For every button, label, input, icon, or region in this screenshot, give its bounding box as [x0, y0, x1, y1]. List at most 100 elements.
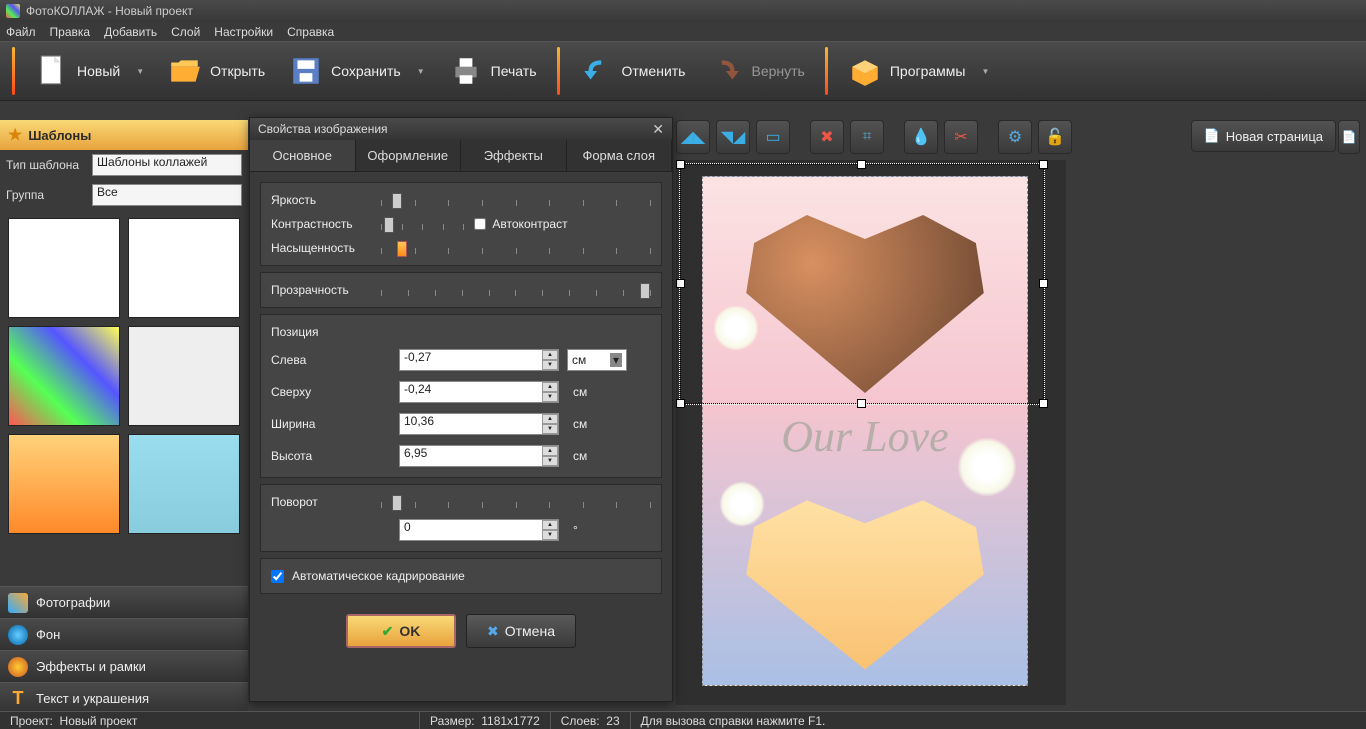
sel-handle[interactable] — [1039, 160, 1048, 169]
globe-icon — [8, 625, 28, 645]
menu-settings[interactable]: Настройки — [214, 25, 273, 39]
image-properties-dialog: Свойства изображения ✕ Основное Оформлен… — [249, 117, 673, 702]
brightness-slider[interactable] — [381, 197, 651, 203]
position-section: Позиция Слева -0,27▲▼ см▾ Сверху -0,24▲▼… — [260, 314, 662, 478]
degree-text: ° — [567, 523, 627, 537]
palette-icon — [8, 657, 28, 677]
print-button[interactable]: Печать — [439, 48, 547, 94]
page-settings-button[interactable]: 📄 — [1338, 120, 1360, 154]
height-label: Высота — [271, 449, 391, 463]
menu-edit[interactable]: Правка — [50, 25, 91, 39]
save-button[interactable]: Сохранить▼ — [279, 48, 435, 94]
tab-background[interactable]: Фон — [0, 618, 248, 650]
autocontrast-checkbox[interactable]: Автоконтраст — [474, 217, 567, 231]
contrast-label: Контрастность — [271, 217, 371, 231]
layer-button[interactable]: ▭ — [756, 120, 790, 154]
opacity-label: Прозрачность — [271, 283, 371, 297]
redo-button[interactable]: Вернуть — [699, 48, 814, 94]
type-select[interactable]: Шаблоны коллажей — [92, 154, 242, 176]
tab-main[interactable]: Основное — [250, 140, 356, 171]
programs-button[interactable]: Программы▼ — [838, 48, 1000, 94]
canvas-area[interactable]: Our Love — [676, 160, 1066, 705]
template-thumb[interactable] — [8, 434, 120, 534]
heart-photo-bottom[interactable] — [733, 489, 997, 679]
tab-design[interactable]: Оформление — [356, 140, 462, 171]
dialog-title-text: Свойства изображения — [258, 122, 388, 136]
saturation-slider[interactable] — [381, 245, 651, 251]
undo-button[interactable]: Отменить — [570, 48, 696, 94]
dialog-body: Яркость Контрастность Автоконтраст Насыщ… — [250, 172, 672, 604]
menu-layer[interactable]: Слой — [171, 25, 200, 39]
sel-handle[interactable] — [1039, 399, 1048, 408]
crop-section: Автоматическое кадрирование — [260, 558, 662, 594]
close-icon[interactable]: ✕ — [652, 121, 664, 138]
tab-shape[interactable]: Форма слоя — [567, 140, 673, 171]
rotation-section: Поворот 0▲▼ ° — [260, 484, 662, 552]
tab-text[interactable]: T Текст и украшения — [0, 682, 248, 714]
app-icon — [6, 4, 20, 18]
group-row: Группа Все — [0, 180, 248, 210]
left-panel: ★ Шаблоны Тип шаблона Шаблоны коллажей Г… — [0, 120, 248, 714]
unit-text: см — [567, 449, 627, 463]
sel-handle[interactable] — [1039, 279, 1048, 288]
new-button[interactable]: Новый▼ — [25, 48, 154, 94]
left-input[interactable]: -0,27▲▼ — [399, 349, 559, 371]
photo-icon — [8, 593, 28, 613]
menu-bar: Файл Правка Добавить Слой Настройки Спра… — [0, 22, 1366, 41]
status-project: Проект: Новый проект — [0, 712, 420, 729]
new-page-button[interactable]: 📄 Новая страница — [1191, 120, 1336, 152]
cancel-button[interactable]: ✖ Отмена — [466, 614, 576, 648]
menu-file[interactable]: Файл — [6, 25, 36, 39]
text-icon: T — [8, 689, 28, 709]
template-thumb[interactable] — [128, 218, 240, 318]
width-label: Ширина — [271, 417, 391, 431]
delete-icon: ✖ — [820, 127, 833, 147]
flip-v-icon: ◥◢ — [721, 127, 746, 147]
tab-photos[interactable]: Фотографии — [0, 586, 248, 618]
open-button[interactable]: Открыть — [158, 48, 275, 94]
menu-add[interactable]: Добавить — [104, 25, 157, 39]
rotation-input[interactable]: 0▲▼ — [399, 519, 559, 541]
star-icon: ★ — [8, 125, 22, 145]
sel-handle[interactable] — [676, 160, 685, 169]
template-thumb[interactable] — [128, 326, 240, 426]
top-input[interactable]: -0,24▲▼ — [399, 381, 559, 403]
check-icon: ✔ — [382, 623, 394, 640]
auto-crop-checkbox[interactable]: Автоматическое кадрирование — [271, 569, 651, 583]
toolbar-separator — [825, 47, 828, 95]
cut-button[interactable]: ✂ — [944, 120, 978, 154]
tab-effects[interactable]: Эффекты и рамки — [0, 650, 248, 682]
menu-help[interactable]: Справка — [287, 25, 334, 39]
width-input[interactable]: 10,36▲▼ — [399, 413, 559, 435]
sel-handle[interactable] — [676, 279, 685, 288]
ok-button[interactable]: ✔ OK — [346, 614, 456, 648]
template-thumb[interactable] — [8, 326, 120, 426]
box-icon — [848, 54, 882, 88]
tab-effects[interactable]: Эффекты — [461, 140, 567, 171]
settings-button[interactable]: ⚙ — [998, 120, 1032, 154]
height-input[interactable]: 6,95▲▼ — [399, 445, 559, 467]
flower-decoration — [957, 437, 1017, 497]
delete-button[interactable]: ✖ — [810, 120, 844, 154]
color-button[interactable]: 💧 — [904, 120, 938, 154]
group-select[interactable]: Все — [92, 184, 242, 206]
rotation-slider[interactable] — [381, 499, 651, 505]
template-thumb[interactable] — [8, 218, 120, 318]
flip-vertical-button[interactable]: ◥◢ — [716, 120, 750, 154]
sel-handle[interactable] — [857, 160, 866, 169]
flip-horizontal-button[interactable]: ◢◣ — [676, 120, 710, 154]
unit-select[interactable]: см▾ — [567, 349, 627, 371]
crop-button[interactable]: ⌗ — [850, 120, 884, 154]
collage-card[interactable]: Our Love — [702, 176, 1028, 686]
lock-button[interactable]: 🔓 — [1038, 120, 1072, 154]
toolbar-separator — [12, 47, 15, 95]
template-thumb[interactable] — [128, 434, 240, 534]
contrast-slider[interactable] — [381, 221, 464, 227]
page-gear-icon: 📄 — [1342, 130, 1357, 144]
heart-photo-top[interactable] — [733, 203, 997, 403]
sel-handle[interactable] — [676, 399, 685, 408]
opacity-slider[interactable] — [381, 287, 651, 293]
save-icon — [289, 54, 323, 88]
redo-icon — [709, 54, 743, 88]
flower-decoration — [713, 305, 759, 351]
